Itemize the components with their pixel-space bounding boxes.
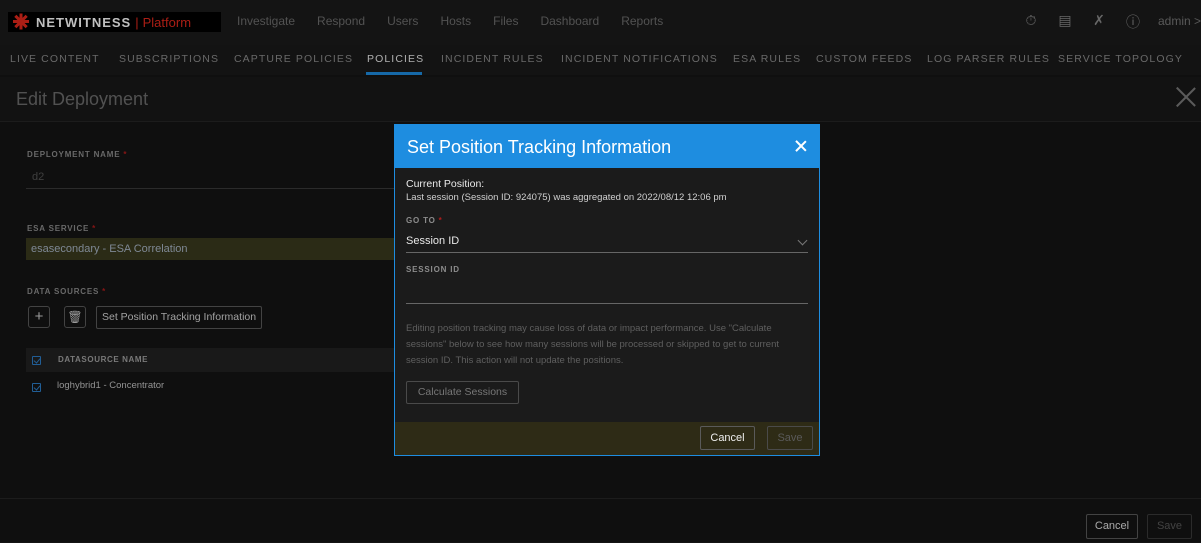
- modal-save-button[interactable]: Save: [767, 426, 813, 450]
- modal-footer: Cancel Save: [395, 422, 819, 455]
- modal-header: Set Position Tracking Information: [395, 125, 819, 168]
- goto-label: GO TO *: [406, 216, 443, 225]
- position-tracking-modal: Set Position Tracking Information Curren…: [394, 124, 820, 456]
- session-id-input[interactable]: [406, 283, 808, 304]
- goto-select[interactable]: Session ID: [406, 231, 808, 253]
- goto-select-value: Session ID: [406, 235, 460, 247]
- modal-title: Set Position Tracking Information: [407, 137, 672, 157]
- calculate-sessions-button[interactable]: Calculate Sessions: [406, 381, 519, 404]
- session-id-label: SESSION ID: [406, 265, 460, 274]
- current-position-text: Last session (Session ID: 924075) was ag…: [406, 192, 727, 203]
- modal-close-icon[interactable]: [795, 140, 807, 152]
- warning-text: Editing position tracking may cause loss…: [406, 323, 780, 366]
- current-position-label: Current Position:: [406, 178, 485, 190]
- chevron-down-icon: [797, 235, 808, 246]
- modal-cancel-button[interactable]: Cancel: [700, 426, 755, 450]
